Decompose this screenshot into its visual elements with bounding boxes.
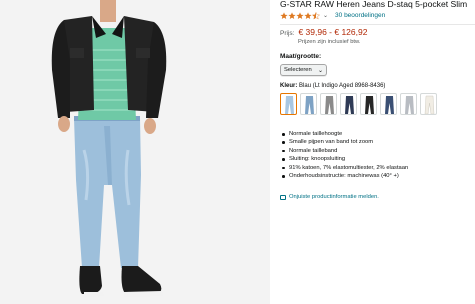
dark-blue-jeans-icon <box>385 96 394 114</box>
grey-jeans-icon <box>325 96 334 114</box>
medium-blue-jeans-icon <box>305 96 314 114</box>
color-value: Blau (Lt Indigo Aged 8968-8436) <box>299 83 386 89</box>
chevron-down-icon: ⌄ <box>317 68 323 74</box>
swatch-dark-indigo[interactable] <box>340 93 357 115</box>
price-label: Prijs: <box>280 30 295 37</box>
report-info-link[interactable]: Onjuiste productinformatie melden. <box>280 194 379 200</box>
light-blue-jeans-icon <box>285 96 294 114</box>
feature-list: Normale taillehoogte Smalle pijpen van b… <box>280 130 408 180</box>
feature-item: Normale tailleband <box>280 147 408 155</box>
feature-item: Normale taillehoogte <box>280 130 408 138</box>
swatch-medium-blue[interactable] <box>300 93 317 115</box>
swatch-white[interactable] <box>420 93 437 115</box>
tax-note: Prijzen zijn inclusief btw. <box>298 39 361 45</box>
report-label: Onjuiste productinformatie melden. <box>289 194 379 200</box>
feature-item: Sluiting: knoopsluiting <box>280 155 408 163</box>
divider <box>280 24 475 25</box>
color-label: Kleur: <box>280 83 298 89</box>
feature-item: Smalle pijpen van band tot zoom <box>280 138 408 146</box>
swatch-light-grey[interactable] <box>400 93 417 115</box>
black-jeans-icon <box>365 96 374 114</box>
feature-item: Onderhoudsinstructie: machinewas (40° +) <box>280 172 408 180</box>
star-icon <box>280 11 288 19</box>
light-grey-jeans-icon <box>405 96 414 114</box>
star-rating[interactable] <box>280 11 320 20</box>
star-icon <box>296 11 304 19</box>
size-dropdown[interactable]: Selecteren ⌄ <box>280 64 327 76</box>
dark-indigo-jeans-icon <box>345 96 354 114</box>
reviews-link[interactable]: 30 beoordelingen <box>335 12 385 19</box>
swatch-dark-blue[interactable] <box>380 93 397 115</box>
product-title[interactable]: G-STAR RAW Heren Jeans D-staq 5-pocket S… <box>280 0 475 10</box>
white-jeans-icon <box>424 95 435 114</box>
swatch-black[interactable] <box>360 93 377 115</box>
swatch-light-blue[interactable] <box>280 93 297 115</box>
price-range: € 39,96 - € 126,92 <box>298 27 368 37</box>
size-dropdown-value: Selecteren <box>284 67 312 73</box>
chevron-down-icon[interactable]: ⌄ <box>323 12 328 19</box>
star-icon <box>304 11 312 19</box>
comment-icon <box>280 194 286 200</box>
color-row: Kleur: Blau (Lt Indigo Aged 8968-8436) <box>280 83 385 89</box>
half-star-icon <box>312 11 320 19</box>
size-label: Maat/grootte: <box>280 53 322 60</box>
color-swatches <box>280 93 437 115</box>
product-image[interactable] <box>0 0 270 304</box>
star-icon <box>288 11 296 19</box>
rating-row: ⌄ 30 beoordelingen <box>280 11 385 20</box>
swatch-grey[interactable] <box>320 93 337 115</box>
feature-item: 91% katoen, 7% elastomultiester, 2% elas… <box>280 164 408 172</box>
price-row: Prijs: € 39,96 - € 126,92 <box>280 27 367 37</box>
